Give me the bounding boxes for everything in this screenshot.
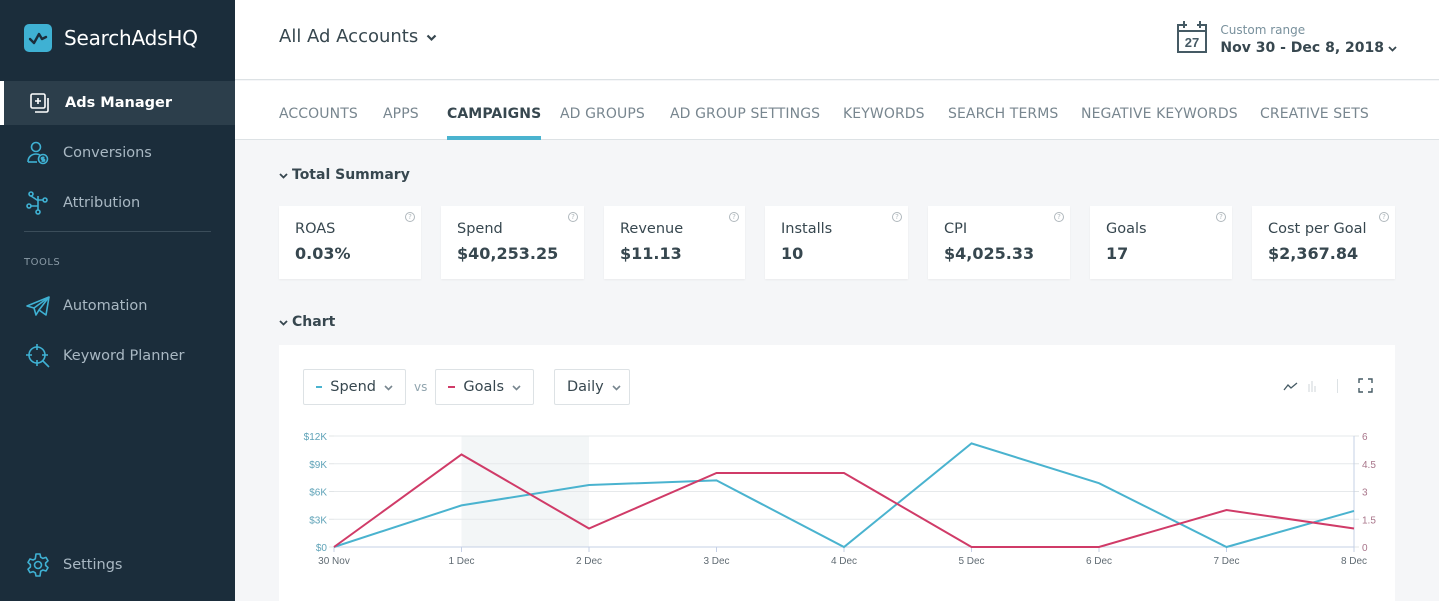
attribution-icon	[24, 189, 52, 217]
summary-card-cpi: CPI $4,025.33 ?	[928, 206, 1070, 279]
summary-card-goals: Goals 17 ?	[1090, 206, 1232, 279]
sidebar-item-keyword-planner[interactable]: Keyword Planner	[0, 334, 235, 378]
brand-logo-icon	[24, 24, 52, 52]
card-value: $2,367.84	[1268, 244, 1359, 263]
chevron-down-icon	[1388, 40, 1397, 56]
entity-tabs: ACCOUNTS APPS CAMPAIGNS AD GROUPS AD GRO…	[235, 81, 1439, 140]
y-right-tick-label: 0	[1362, 543, 1368, 554]
card-value: 10	[781, 244, 804, 263]
conversions-icon	[24, 139, 52, 167]
tab-keywords[interactable]: KEYWORDS	[843, 106, 925, 140]
y-left-tick-label: $12K	[304, 432, 328, 443]
sidebar-item-settings[interactable]: Settings	[0, 543, 235, 587]
sidebar-divider	[24, 231, 211, 232]
x-tick-label: 3 Dec	[703, 556, 729, 567]
date-range-picker[interactable]: 27 Custom range Nov 30 - Dec 8, 2018	[1176, 20, 1397, 58]
y-right-tick-label: 3	[1362, 488, 1368, 499]
total-summary-title: Total Summary	[292, 167, 410, 183]
line-chart: $0 0 $3K 1.5 $6K 3 $9K 4.5 $12K 6 30 Nov 1 Dec 2 Dec…	[304, 432, 1377, 567]
card-label: Spend	[457, 221, 503, 237]
help-icon[interactable]: ?	[892, 212, 902, 222]
help-icon[interactable]: ?	[729, 212, 739, 222]
summary-card-cost-per-goal: Cost per Goal $2,367.84 ?	[1252, 206, 1395, 279]
y-left-tick-label: $0	[316, 543, 328, 554]
x-tick-label: 5 Dec	[958, 556, 984, 567]
chevron-down-icon	[426, 26, 437, 47]
summary-card-spend: Spend $40,253.25 ?	[441, 206, 584, 279]
account-selector-label: All Ad Accounts	[279, 26, 419, 47]
sidebar-item-automation[interactable]: Automation	[0, 284, 235, 328]
chart-section-toggle[interactable]: Chart	[279, 314, 335, 330]
chart-panel: Spend vs Goals Daily $0 0 $3K 1.5 $6K 3 $9K 4.5…	[279, 345, 1395, 601]
tools-section-label: TOOLS	[24, 257, 61, 268]
tab-accounts[interactable]: ACCOUNTS	[279, 106, 358, 140]
summary-card-revenue: Revenue $11.13 ?	[604, 206, 745, 279]
date-range-label: Custom range	[1220, 22, 1306, 37]
sidebar-item-label: Automation	[63, 298, 148, 314]
chart-section-title: Chart	[292, 314, 336, 330]
y-left-tick-label: $9K	[309, 460, 327, 471]
sidebar-item-label: Ads Manager	[65, 95, 172, 111]
x-tick-label: 2 Dec	[576, 556, 602, 567]
date-range-value: Nov 30 - Dec 8, 2018	[1220, 39, 1384, 56]
help-icon[interactable]: ?	[1054, 212, 1064, 222]
tab-search-terms[interactable]: SEARCH TERMS	[948, 106, 1058, 140]
help-icon[interactable]: ?	[405, 212, 415, 222]
tab-ad-groups[interactable]: AD GROUPS	[560, 106, 645, 140]
y-right-tick-label: 6	[1362, 432, 1368, 443]
brand[interactable]: SearchAdsHQ	[24, 24, 198, 52]
sidebar-item-label: Keyword Planner	[63, 348, 185, 364]
calendar-day: 27	[1185, 35, 1199, 50]
card-value: 0.03%	[295, 244, 351, 263]
card-label: Revenue	[620, 221, 684, 237]
sidebar-item-conversions[interactable]: Conversions	[0, 131, 235, 175]
brand-name: SearchAdsHQ	[64, 26, 198, 50]
help-icon[interactable]: ?	[1216, 212, 1226, 222]
card-value: $4,025.33	[944, 244, 1035, 263]
tab-negative-keywords[interactable]: NEGATIVE KEYWORDS	[1081, 106, 1238, 140]
card-label: Cost per Goal	[1268, 221, 1367, 237]
tab-creative-sets[interactable]: CREATIVE SETS	[1260, 106, 1369, 140]
y-left-tick-label: $6K	[309, 488, 327, 499]
y-left-tick-label: $3K	[309, 515, 327, 526]
crosshair-search-icon	[24, 342, 52, 370]
sidebar-item-label: Attribution	[63, 195, 141, 211]
x-tick-label: 4 Dec	[831, 556, 857, 567]
summary-card-installs: Installs 10 ?	[765, 206, 908, 279]
sidebar-item-attribution[interactable]: Attribution	[0, 181, 235, 225]
chevron-down-icon	[279, 314, 288, 330]
card-value: 17	[1106, 244, 1129, 263]
top-header: All Ad Accounts 27 Custom range Nov 30 -…	[235, 0, 1439, 80]
ads-manager-icon	[26, 89, 54, 117]
tab-apps[interactable]: APPS	[383, 106, 419, 140]
card-value: $11.13	[620, 244, 682, 263]
paper-plane-icon	[24, 292, 52, 320]
card-label: Installs	[781, 221, 833, 237]
sidebar-item-label: Settings	[63, 557, 123, 573]
x-tick-label: 1 Dec	[448, 556, 474, 567]
x-tick-label: 6 Dec	[1086, 556, 1112, 567]
sidebar-item-ads-manager[interactable]: Ads Manager	[0, 81, 235, 125]
tab-ad-group-settings[interactable]: AD GROUP SETTINGS	[670, 106, 820, 140]
account-selector[interactable]: All Ad Accounts	[279, 26, 437, 47]
chevron-down-icon	[279, 167, 288, 183]
y-right-tick-label: 4.5	[1362, 460, 1376, 471]
card-label: ROAS	[295, 221, 336, 237]
tab-campaigns[interactable]: CAMPAIGNS	[447, 106, 542, 140]
sidebar: SearchAdsHQ Ads Manager Conversions Attr…	[0, 0, 235, 601]
x-tick-label: 8 Dec	[1341, 556, 1367, 567]
y-right-tick-label: 1.5	[1362, 515, 1376, 526]
total-summary-toggle[interactable]: Total Summary	[279, 167, 410, 183]
card-value: $40,253.25	[457, 244, 559, 263]
card-label: Goals	[1106, 221, 1147, 237]
help-icon[interactable]: ?	[1379, 212, 1389, 222]
gear-icon	[24, 551, 52, 579]
card-label: CPI	[944, 221, 968, 237]
help-icon[interactable]: ?	[568, 212, 578, 222]
calendar-icon: 27	[1176, 20, 1208, 58]
x-tick-label: 7 Dec	[1213, 556, 1239, 567]
x-tick-label: 30 Nov	[318, 556, 350, 567]
sidebar-item-label: Conversions	[63, 145, 152, 161]
summary-card-roas: ROAS 0.03% ?	[279, 206, 421, 279]
